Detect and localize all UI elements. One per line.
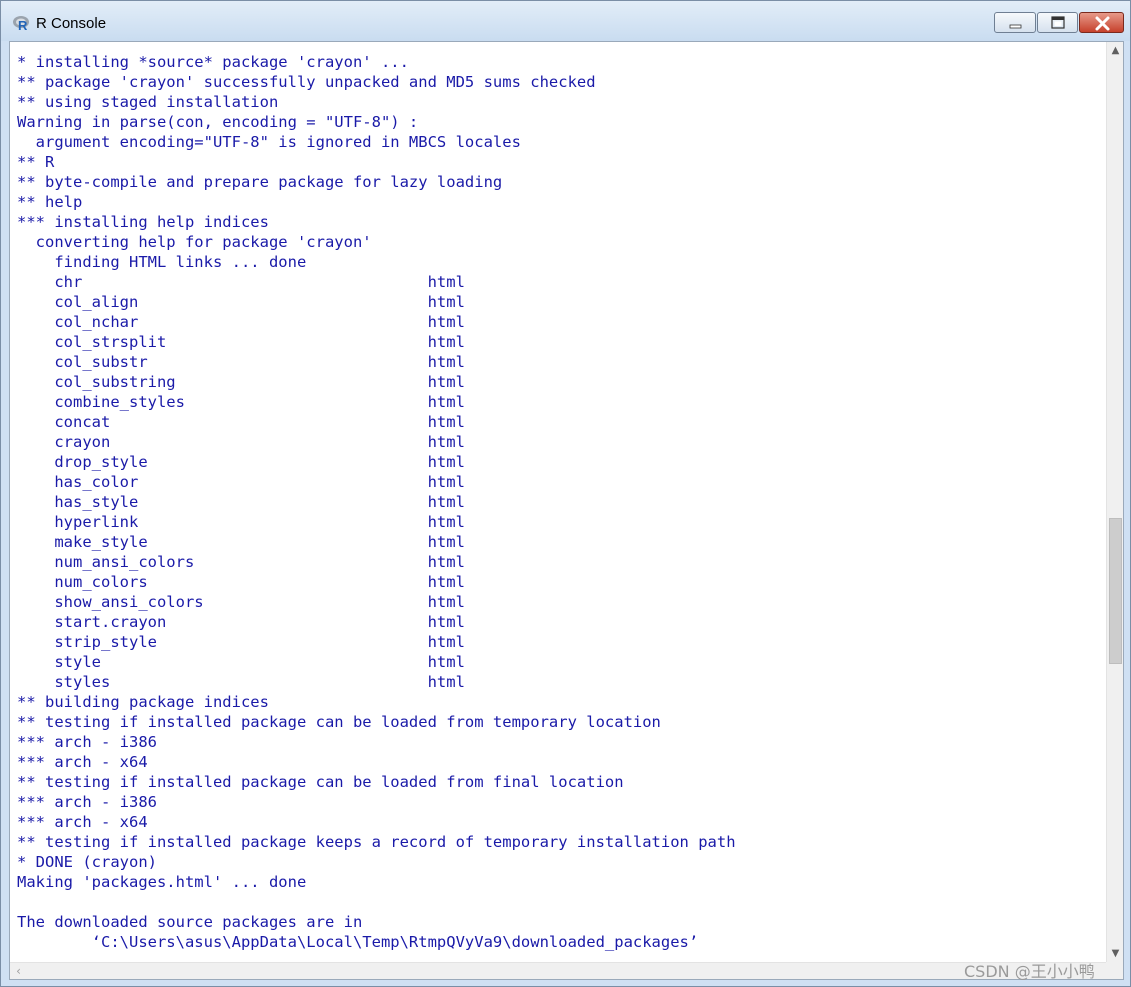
console-line: chr html xyxy=(17,273,465,291)
title-bar[interactable]: R R Console xyxy=(1,1,1130,41)
console-line: converting help for package 'crayon' xyxy=(17,233,372,251)
minimize-icon xyxy=(1009,24,1022,29)
console-line: styles html xyxy=(17,673,465,691)
console-line: combine_styles html xyxy=(17,393,465,411)
size-grip[interactable] xyxy=(1106,962,1123,979)
console-line: start.crayon html xyxy=(17,613,465,631)
vertical-scroll-thumb[interactable] xyxy=(1109,517,1122,664)
console-line: *** installing help indices xyxy=(17,213,269,231)
console-client-area[interactable]: * installing *source* package 'crayon' .… xyxy=(9,41,1124,980)
r-logo-icon: R xyxy=(12,14,32,33)
console-line: crayon html xyxy=(17,433,465,451)
console-line: num_ansi_colors html xyxy=(17,553,465,571)
console-line: * installing *source* package 'crayon' .… xyxy=(17,53,409,71)
console-line: ** testing if installed package can be l… xyxy=(17,713,661,731)
close-icon xyxy=(1095,16,1110,31)
console-line: col_substring html xyxy=(17,373,465,391)
console-line: ** help xyxy=(17,193,83,211)
console-line: *** arch - i386 xyxy=(17,793,157,811)
console-line: Making 'packages.html' ... done xyxy=(17,873,307,891)
console-line: The downloaded source packages are in xyxy=(17,913,363,931)
scroll-up-icon[interactable]: ▲ xyxy=(1107,42,1123,59)
console-line: ** testing if installed package can be l… xyxy=(17,773,624,791)
scroll-left-icon[interactable]: ‹ xyxy=(10,963,27,979)
console-line: finding HTML links ... done xyxy=(17,253,307,271)
horizontal-scrollbar[interactable]: ‹ xyxy=(10,962,1106,979)
svg-text:R: R xyxy=(18,18,28,32)
console-line: concat html xyxy=(17,413,465,431)
console-line: ** R xyxy=(17,153,55,171)
console-line: style html xyxy=(17,653,465,671)
console-line: * DONE (crayon) xyxy=(17,853,157,871)
console-line: num_colors html xyxy=(17,573,465,591)
console-line: ** building package indices xyxy=(17,693,269,711)
maximize-icon xyxy=(1051,16,1065,29)
console-line: has_color html xyxy=(17,473,465,491)
console-line: col_nchar html xyxy=(17,313,465,331)
scroll-down-icon[interactable]: ▼ xyxy=(1107,945,1123,962)
console-output[interactable]: * installing *source* package 'crayon' .… xyxy=(17,52,1107,962)
console-line: Warning in parse(con, encoding = "UTF-8"… xyxy=(17,113,419,131)
console-line: ‘C:\Users\asus\AppData\Local\Temp\RtmpQV… xyxy=(17,933,699,951)
console-line: make_style html xyxy=(17,533,465,551)
console-line: *** arch - x64 xyxy=(17,813,148,831)
close-button[interactable] xyxy=(1079,12,1124,33)
console-line: ** using staged installation xyxy=(17,93,279,111)
window-title: R Console xyxy=(36,15,107,32)
maximize-button[interactable] xyxy=(1037,12,1078,33)
r-console-window: R R Console * installing *source* packag… xyxy=(0,0,1131,987)
vertical-scrollbar[interactable]: ▲ ▼ xyxy=(1106,42,1123,962)
console-line: col_substr html xyxy=(17,353,465,371)
console-line: ** byte-compile and prepare package for … xyxy=(17,173,503,191)
minimize-button[interactable] xyxy=(994,12,1036,33)
console-line: col_align html xyxy=(17,293,465,311)
console-line: *** arch - x64 xyxy=(17,753,148,771)
console-line: strip_style html xyxy=(17,633,465,651)
console-line: ** package 'crayon' successfully unpacke… xyxy=(17,73,596,91)
console-line: col_strsplit html xyxy=(17,333,465,351)
console-line: show_ansi_colors html xyxy=(17,593,465,611)
console-line: argument encoding="UTF-8" is ignored in … xyxy=(17,133,521,151)
console-line: drop_style html xyxy=(17,453,465,471)
console-line: ** testing if installed package keeps a … xyxy=(17,833,736,851)
console-line: *** arch - i386 xyxy=(17,733,157,751)
watermark: CSDN @王小小鸭 xyxy=(964,962,1095,981)
console-line: has_style html xyxy=(17,493,465,511)
console-line: hyperlink html xyxy=(17,513,465,531)
